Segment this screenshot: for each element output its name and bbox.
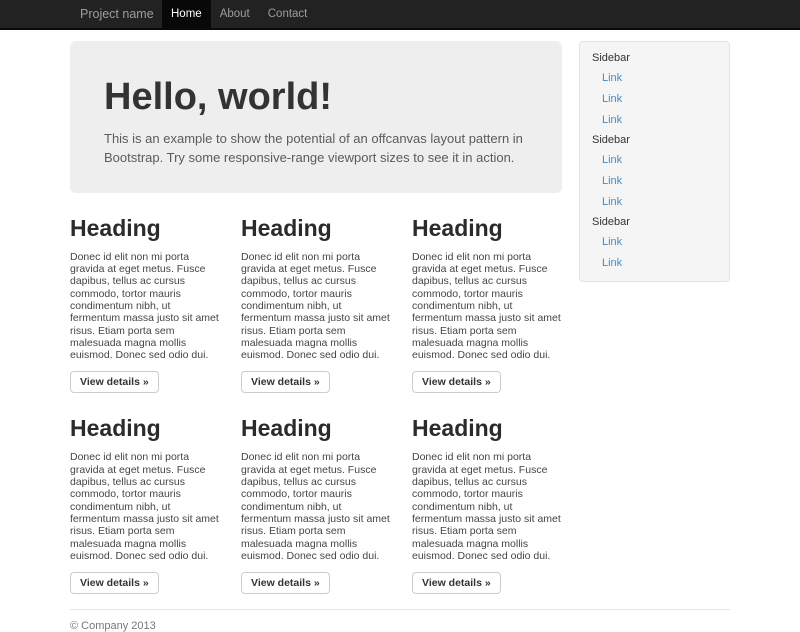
page-footer: © Company 2013 <box>70 609 730 632</box>
card-row: Heading Donec id elit non mi porta gravi… <box>70 393 562 594</box>
page-title: Hello, world! <box>104 77 528 119</box>
card-body-text: Donec id elit non mi porta gravida at eg… <box>70 251 220 362</box>
sidebar-group-label: Sidebar <box>580 216 729 231</box>
sidebar-group: SidebarLinkLink <box>580 216 729 273</box>
brand-link[interactable]: Project name <box>70 0 162 28</box>
sidebar-link[interactable]: Link <box>580 67 729 88</box>
sidebar-group-label: Sidebar <box>580 134 729 149</box>
card-heading: Heading <box>70 215 220 242</box>
card-body-text: Donec id elit non mi porta gravida at eg… <box>241 251 391 362</box>
sidebar-column: SidebarLinkLinkLinkSidebarLinkLinkLinkSi… <box>579 41 730 594</box>
feature-card: Heading Donec id elit non mi porta gravi… <box>241 193 391 394</box>
nav-item-contact[interactable]: Contact <box>259 0 317 28</box>
sidebar-link[interactable]: Link <box>580 170 729 191</box>
sidebar-link[interactable]: Link <box>580 109 729 130</box>
view-details-button[interactable]: View details » <box>241 371 330 393</box>
card-body-text: Donec id elit non mi porta gravida at eg… <box>70 451 220 562</box>
sidebar-link[interactable]: Link <box>580 149 729 170</box>
feature-card: Heading Donec id elit non mi porta gravi… <box>70 393 220 594</box>
page-container: Hello, world! This is an example to show… <box>70 41 730 632</box>
jumbotron-description: This is an example to show the potential… <box>104 129 528 167</box>
feature-card: Heading Donec id elit non mi porta gravi… <box>70 193 220 394</box>
card-heading: Heading <box>70 415 220 442</box>
feature-card: Heading Donec id elit non mi porta gravi… <box>412 193 562 394</box>
view-details-button[interactable]: View details » <box>241 572 330 594</box>
sidebar-link[interactable]: Link <box>580 231 729 252</box>
card-heading: Heading <box>412 215 562 242</box>
sidebar-link[interactable]: Link <box>580 252 729 273</box>
sidebar-link[interactable]: Link <box>580 191 729 212</box>
sidebar-panel: SidebarLinkLinkLinkSidebarLinkLinkLinkSi… <box>579 41 730 282</box>
view-details-button[interactable]: View details » <box>412 371 501 393</box>
cards-section: Heading Donec id elit non mi porta gravi… <box>70 193 562 594</box>
feature-card: Heading Donec id elit non mi porta gravi… <box>412 393 562 594</box>
jumbotron: Hello, world! This is an example to show… <box>70 41 562 193</box>
sidebar-group: SidebarLinkLinkLink <box>580 52 729 130</box>
content-row: Hello, world! This is an example to show… <box>70 41 730 594</box>
feature-card: Heading Donec id elit non mi porta gravi… <box>241 393 391 594</box>
copyright-text: © Company 2013 <box>70 620 730 632</box>
sidebar-group: SidebarLinkLinkLink <box>580 134 729 212</box>
card-heading: Heading <box>241 215 391 242</box>
card-body-text: Donec id elit non mi porta gravida at eg… <box>412 251 562 362</box>
card-heading: Heading <box>241 415 391 442</box>
nav-item-home[interactable]: Home <box>162 0 211 28</box>
card-heading: Heading <box>412 415 562 442</box>
sidebar-group-label: Sidebar <box>580 52 729 67</box>
card-body-text: Donec id elit non mi porta gravida at eg… <box>241 451 391 562</box>
view-details-button[interactable]: View details » <box>70 572 159 594</box>
navbar-container: Project name Home About Contact <box>70 0 730 28</box>
card-body-text: Donec id elit non mi porta gravida at eg… <box>412 451 562 562</box>
navbar-menu: Home About Contact <box>162 0 316 28</box>
nav-item-about[interactable]: About <box>211 0 259 28</box>
view-details-button[interactable]: View details » <box>412 572 501 594</box>
sidebar-link[interactable]: Link <box>580 88 729 109</box>
main-column: Hello, world! This is an example to show… <box>70 41 562 594</box>
card-row: Heading Donec id elit non mi porta gravi… <box>70 193 562 394</box>
view-details-button[interactable]: View details » <box>70 371 159 393</box>
top-navbar: Project name Home About Contact <box>0 0 800 30</box>
